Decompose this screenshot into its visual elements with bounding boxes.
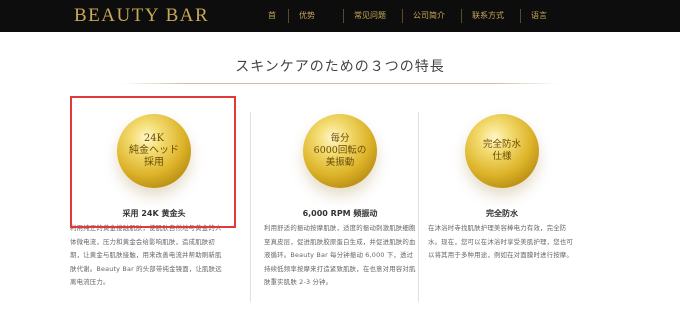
medal-label: 完全防水 仕様	[482, 139, 521, 162]
gold-medal-icon: 毎分 6000回転の 美振動	[303, 114, 377, 188]
section-heading: スキンケアのための３つの特長	[235, 59, 445, 75]
nav-contact[interactable]: 联系方式	[461, 9, 520, 23]
feature-title: 6,000 RPM 频振动	[302, 209, 378, 218]
medal-label: 毎分 6000回転の 美振動	[313, 133, 367, 168]
heading-divider	[120, 83, 560, 84]
nav-home[interactable]: 首	[262, 9, 288, 23]
feature-vibration: 毎分 6000回転の 美振動 6,000 RPM 频振动 利用舒适的振动按摩肌肤…	[260, 96, 420, 316]
feature-title: 完全防水	[486, 209, 518, 218]
logo[interactable]: BEAUTY BAR	[74, 5, 209, 27]
highlight-box	[70, 96, 236, 228]
nav-faq[interactable]: 常见问题	[343, 9, 402, 23]
gold-medal-icon: 完全防水 仕様	[465, 114, 539, 188]
header-bar: BEAUTY BAR 首 优势 常见问题 公司简介 联系方式 语言	[0, 0, 680, 32]
nav-language[interactable]: 语言	[520, 9, 561, 23]
feature-description: 利用纯正的黄金接触肌肤，使肌肤自然地与黄金的人体微电流，压力和黄金会给影响肌肤，…	[70, 224, 222, 286]
feature-description: 利用舒适的振动按摩肌肤，适度的振动刺激肌肤细胞至真皮层，促进肌肤胶原蛋白生成，并…	[264, 224, 416, 286]
nav-about[interactable]: 公司简介	[402, 9, 461, 23]
nav-advantages[interactable]: 优势	[288, 9, 343, 23]
feature-waterproof: 完全防水 仕様 完全防水 在沐浴时寺找肌肤护理美容棒电力有效，完全防水。现在，您…	[422, 96, 582, 316]
column-divider	[250, 112, 251, 302]
feature-description: 在沐浴时寺找肌肤护理美容棒电力有效，完全防水。现在，您可以在沐浴时享受美肌护理，…	[428, 224, 573, 259]
main-nav: 首 优势 常见问题 公司简介 联系方式 语言	[262, 0, 561, 32]
